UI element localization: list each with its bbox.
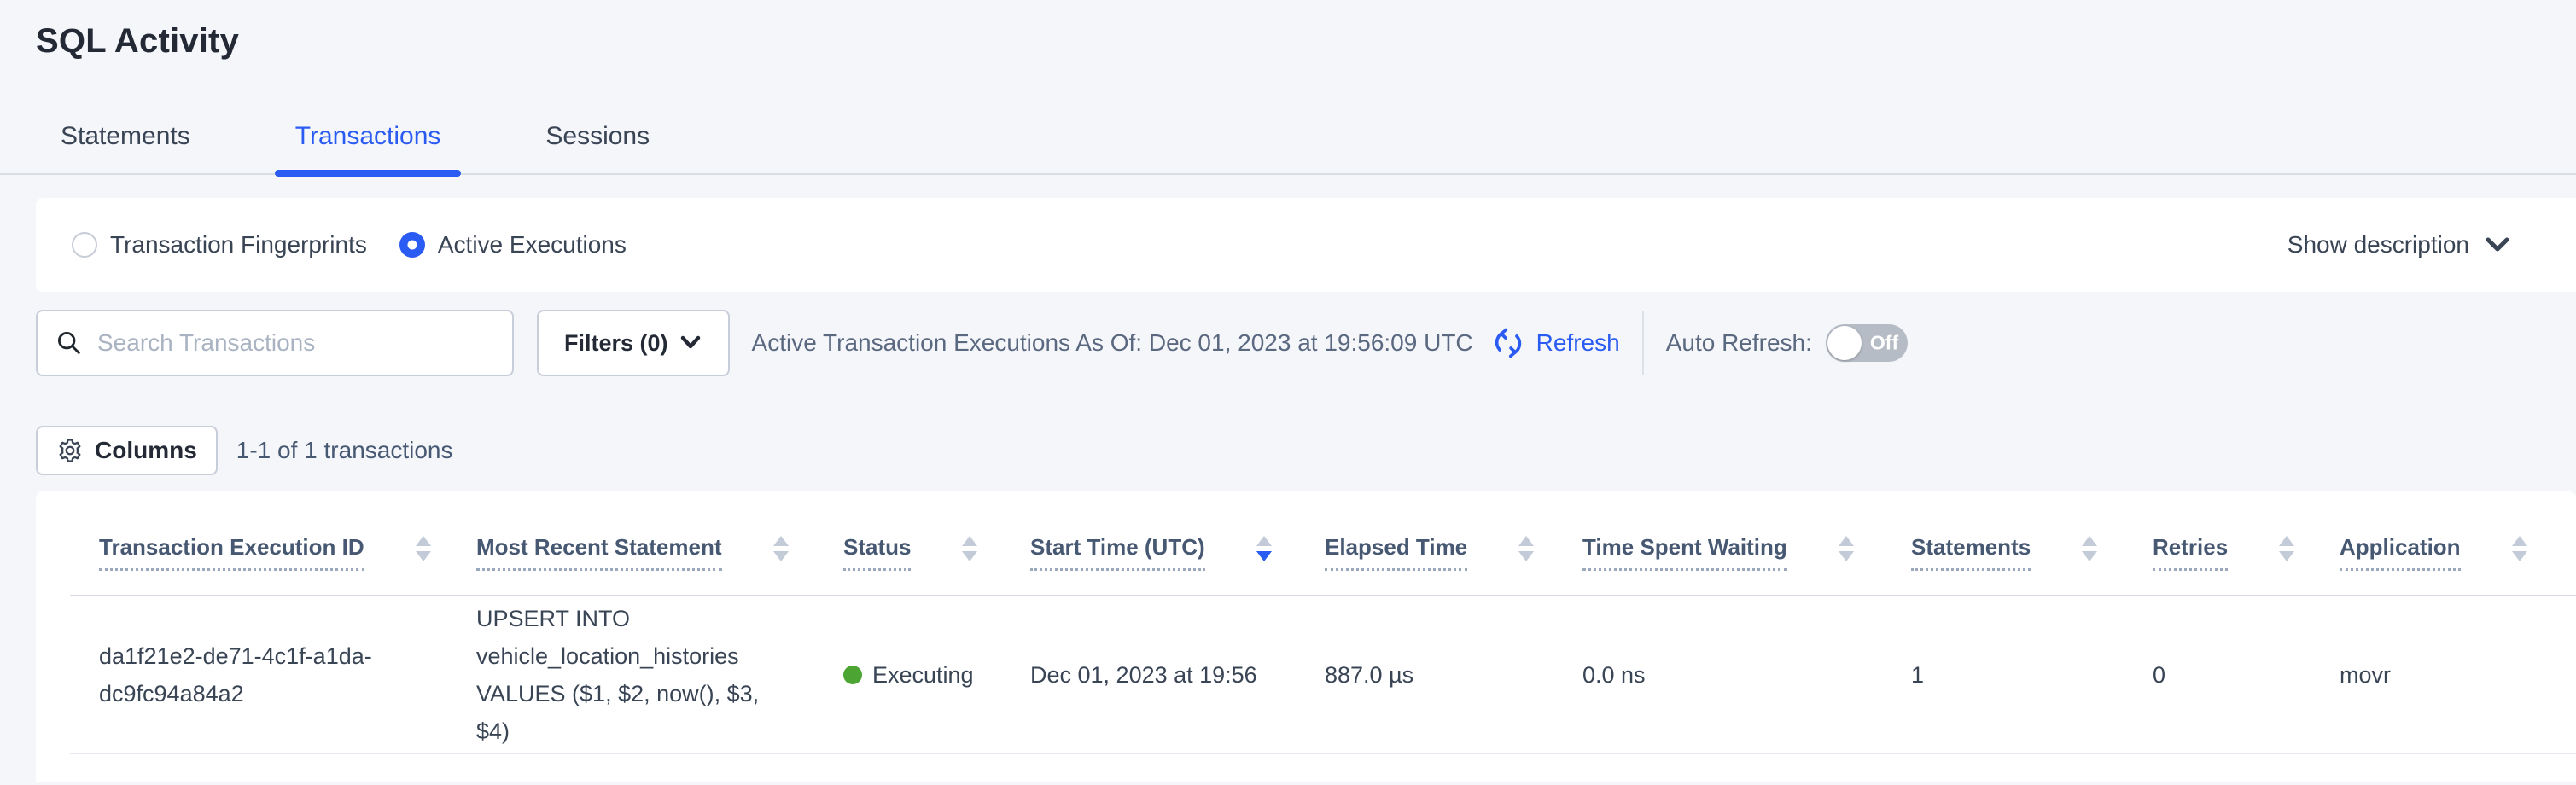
show-description-label: Show description [2288,231,2469,259]
sort-control[interactable] [1839,536,1854,561]
sort-control[interactable] [2082,536,2097,561]
cell-execution-id: da1f21e2-de71-4c1f-a1da-dc9fc94a84a2 [70,596,447,753]
columns-label: Columns [95,437,197,464]
toolbar-divider [1642,311,1644,375]
sort-asc-icon[interactable] [2082,536,2097,546]
sort-control[interactable] [1256,536,1272,561]
result-count: 1-1 of 1 transactions [236,437,453,464]
sort-asc-icon[interactable] [1256,536,1272,546]
cell-start-time: Dec 01, 2023 at 19:56 [1001,596,1296,753]
tab-bar: Statements Transactions Sessions [0,122,2576,175]
toggle-state-label: Off [1870,332,1898,355]
status-executing-dot [843,666,862,684]
transactions-table: Transaction Execution ID Most Recent Sta… [70,491,2576,754]
sort-control[interactable] [2279,536,2294,561]
radio-label: Transaction Fingerprints [110,231,367,259]
columns-button[interactable]: Columns [36,426,218,475]
sort-asc-icon[interactable] [962,536,977,546]
search-icon [55,329,84,358]
view-mode-card: Transaction Fingerprints Active Executio… [36,198,2576,292]
transactions-table-card: Transaction Execution ID Most Recent Sta… [36,491,2576,782]
chevron-down-icon [679,334,702,352]
col-header-status[interactable]: Status [814,491,1001,596]
sort-asc-icon[interactable] [1518,536,1534,546]
col-header-start-time[interactable]: Start Time (UTC) [1001,491,1296,596]
cell-elapsed-time: 887.0 µs [1296,596,1553,753]
cell-statement: UPSERT INTO vehicle_location_histories V… [447,596,814,753]
radio-transaction-fingerprints[interactable]: Transaction Fingerprints [72,231,367,259]
sort-desc-icon[interactable] [1518,551,1534,561]
col-header-statements[interactable]: Statements [1882,491,2124,596]
sort-asc-icon[interactable] [2279,536,2294,546]
sort-desc-icon[interactable] [962,551,977,561]
tab-statements[interactable]: Statements [40,122,211,173]
col-header-elapsed-time[interactable]: Elapsed Time [1296,491,1553,596]
cell-statements: 1 [1882,596,2124,753]
sort-control[interactable] [1518,536,1534,561]
sort-desc-icon[interactable] [1839,551,1854,561]
radio-circle-unselected[interactable] [72,232,97,258]
radio-circle-selected[interactable] [399,232,425,258]
sort-desc-icon[interactable] [2512,551,2527,561]
sort-control[interactable] [416,536,431,561]
cell-time-spent-waiting: 0.0 ns [1553,596,1882,753]
cell-retries: 0 [2124,596,2311,753]
refresh-button[interactable]: Refresh [1490,325,1620,361]
col-header-application[interactable]: Application [2311,491,2576,596]
toggle-knob [1827,326,1862,360]
gear-icon [56,437,84,464]
page-header: SQL Activity [0,0,2576,61]
chevron-down-icon [2483,235,2512,255]
sort-asc-icon[interactable] [1839,536,1854,546]
toolbar: Filters (0) Active Transaction Execution… [36,309,2576,377]
sort-desc-icon[interactable] [773,551,789,561]
sort-desc-icon[interactable] [416,551,431,561]
search-input[interactable] [97,329,495,357]
table-header-row: Transaction Execution ID Most Recent Sta… [70,491,2576,596]
sort-asc-icon[interactable] [2512,536,2527,546]
filters-label: Filters (0) [564,330,668,357]
auto-refresh-label: Auto Refresh: [1666,329,1812,357]
col-header-time-spent-waiting[interactable]: Time Spent Waiting [1553,491,1882,596]
cell-application: movr [2311,596,2576,753]
sort-asc-icon[interactable] [773,536,789,546]
sort-desc-icon[interactable] [1256,551,1272,561]
sort-asc-icon[interactable] [416,536,431,546]
as-of-timestamp: Active Transaction Executions As Of: Dec… [752,329,1473,357]
refresh-icon [1490,325,1526,361]
sort-desc-icon[interactable] [2279,551,2294,561]
col-header-most-recent-statement[interactable]: Most Recent Statement [447,491,814,596]
table-row[interactable]: da1f21e2-de71-4c1f-a1da-dc9fc94a84a2 UPS… [70,596,2576,753]
sort-desc-icon[interactable] [2082,551,2097,561]
table-controls: Columns 1-1 of 1 transactions [36,426,2576,475]
tab-transactions[interactable]: Transactions [275,122,462,173]
refresh-label: Refresh [1536,329,1620,357]
filters-button[interactable]: Filters (0) [537,310,730,376]
status-label: Executing [872,656,974,694]
auto-refresh-toggle[interactable]: Off [1826,324,1908,362]
search-box[interactable] [36,310,514,376]
sort-control[interactable] [773,536,789,561]
cell-status: Executing [814,596,1001,753]
radio-active-executions[interactable]: Active Executions [399,231,627,259]
page-title: SQL Activity [36,22,2576,61]
sort-control[interactable] [962,536,977,561]
sort-control[interactable] [2512,536,2527,561]
show-description-toggle[interactable]: Show description [2288,231,2512,259]
tab-sessions[interactable]: Sessions [525,122,670,173]
col-header-retries[interactable]: Retries [2124,491,2311,596]
col-header-transaction-execution-id[interactable]: Transaction Execution ID [70,491,447,596]
radio-label: Active Executions [438,231,627,259]
